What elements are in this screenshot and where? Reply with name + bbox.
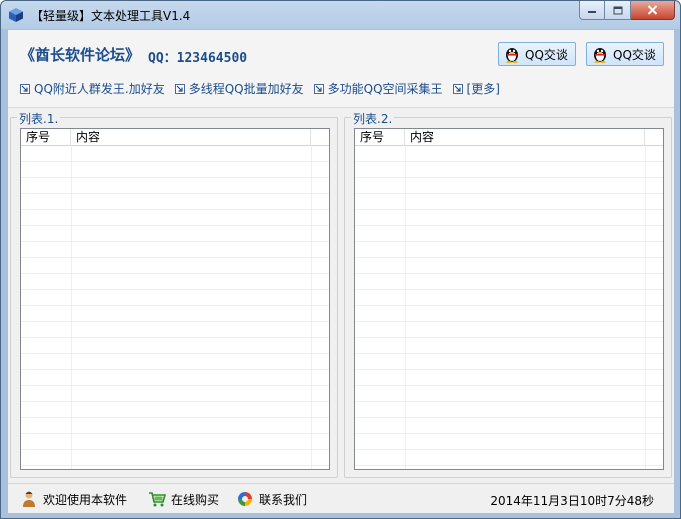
- buy-online-item[interactable]: 在线购买: [148, 490, 219, 508]
- column-header-filler: [645, 129, 663, 146]
- cart-icon: [149, 492, 166, 507]
- buy-online-label: 在线购买: [171, 492, 220, 507]
- column-header-index[interactable]: 序号: [21, 129, 71, 146]
- list-view-1[interactable]: 序号 内容: [20, 128, 330, 470]
- welcome-text: 欢迎使用本软件: [43, 492, 128, 507]
- client-area: 《酋长软件论坛》 QQ：123464500 QQ交谈 QQ交谈 QQ附近人群发王…: [8, 30, 674, 513]
- grid-line: [71, 146, 72, 469]
- qq-chat-label: QQ交谈: [525, 47, 568, 62]
- list-group-label: 列表.2.: [351, 110, 395, 127]
- column-header-content[interactable]: 内容: [71, 129, 311, 146]
- contact-label: 联系我们: [259, 492, 308, 507]
- link-more[interactable]: [更多]: [452, 80, 500, 97]
- link-label: QQ附近人群发王.加好友: [34, 82, 165, 96]
- link-label: 多功能QQ空间采集王: [327, 82, 443, 96]
- column-header-content[interactable]: 内容: [405, 129, 645, 146]
- list-group-label: 列表.1.: [17, 110, 61, 127]
- list-group-2: 列表.2. 序号 内容: [344, 110, 672, 478]
- user-icon: [23, 491, 35, 507]
- close-icon: [647, 5, 658, 15]
- contact-icon: [238, 492, 252, 506]
- maximize-icon: [613, 6, 622, 14]
- header-panel: 《酋长软件论坛》 QQ：123464500 QQ交谈 QQ交谈 QQ附近人群发王…: [8, 30, 674, 108]
- minimize-icon: [588, 11, 596, 13]
- title-bar[interactable]: 【轻量级】文本处理工具V1.4: [1, 1, 680, 29]
- link-qq-batch-add[interactable]: 多线程QQ批量加好友: [174, 80, 304, 97]
- list-view-2[interactable]: 序号 内容: [354, 128, 664, 470]
- window-controls: [579, 1, 675, 21]
- forum-title[interactable]: 《酋长软件论坛》: [20, 44, 140, 65]
- welcome-item: 欢迎使用本软件: [20, 490, 127, 508]
- list-header: 序号 内容: [355, 129, 663, 146]
- status-bar: 欢迎使用本软件 在线购买 联系我们 2014年11月3日10时7分48秒: [8, 483, 674, 513]
- status-time: 2014年11月3日10时7分48秒: [490, 494, 654, 508]
- app-cube-icon: [8, 7, 24, 23]
- list-body[interactable]: [355, 146, 663, 469]
- list-header: 序号 内容: [21, 129, 329, 146]
- qq-penguin-icon: [594, 48, 606, 63]
- window-title: 【轻量级】文本处理工具V1.4: [31, 9, 191, 23]
- contact-item[interactable]: 联系我们: [236, 490, 307, 508]
- qq-chat-label: QQ交谈: [613, 47, 656, 62]
- qq-chat-button-1[interactable]: QQ交谈: [498, 42, 576, 66]
- maximize-button[interactable]: [605, 1, 631, 20]
- grid-line: [405, 146, 406, 469]
- close-button[interactable]: [631, 1, 675, 20]
- promo-links: QQ附近人群发王.加好友 多线程QQ批量加好友 多功能QQ空间采集王 [更多]: [20, 80, 500, 97]
- link-arrow-icon: [452, 83, 463, 94]
- column-header-filler: [311, 129, 329, 146]
- qq-number: QQ：123464500: [148, 51, 248, 66]
- minimize-button[interactable]: [579, 1, 605, 20]
- link-qq-zone-collect[interactable]: 多功能QQ空间采集王: [313, 80, 443, 97]
- link-qq-nearby[interactable]: QQ附近人群发王.加好友: [20, 80, 165, 97]
- qq-penguin-icon: [506, 48, 518, 63]
- grid-line: [311, 146, 312, 469]
- list-body[interactable]: [21, 146, 329, 469]
- link-arrow-icon: [313, 83, 324, 94]
- grid-line: [645, 146, 646, 469]
- link-arrow-icon: [174, 83, 185, 94]
- link-label: 多线程QQ批量加好友: [188, 82, 304, 96]
- qq-chat-button-2[interactable]: QQ交谈: [586, 42, 664, 66]
- link-label: [更多]: [466, 82, 500, 96]
- app-window: 【轻量级】文本处理工具V1.4 《酋长软件论坛》 QQ：123464500 QQ…: [0, 0, 681, 519]
- link-arrow-icon: [20, 83, 30, 94]
- list-group-1: 列表.1. 序号 内容: [10, 110, 338, 478]
- column-header-index[interactable]: 序号: [355, 129, 405, 146]
